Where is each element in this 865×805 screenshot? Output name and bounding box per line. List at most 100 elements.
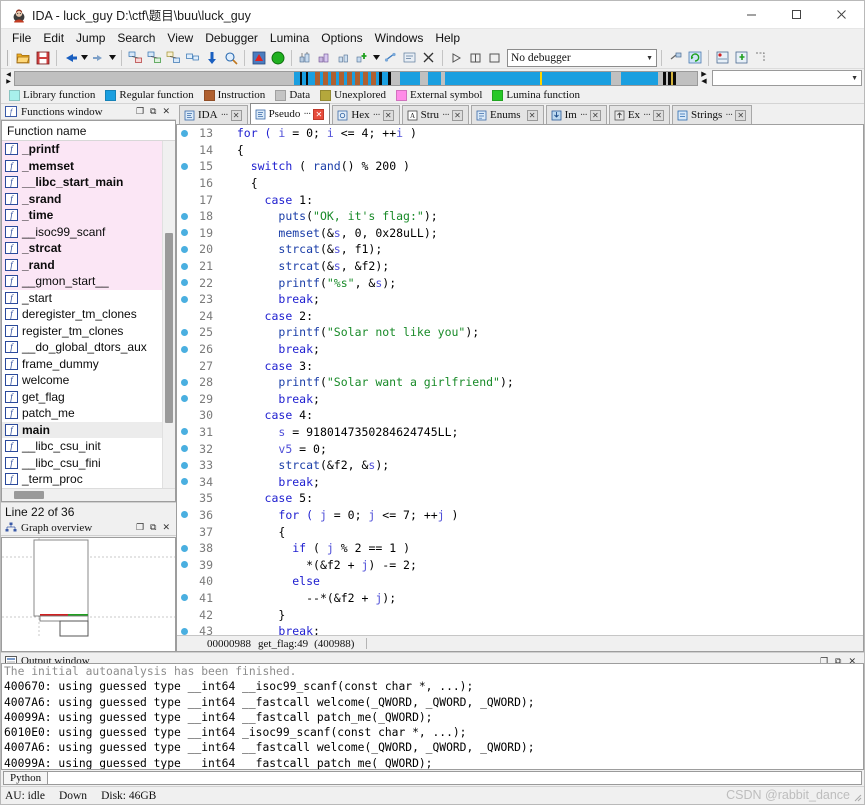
function-list-item[interactable]: f __isoc99_scanf xyxy=(2,223,162,240)
close-button[interactable] xyxy=(819,1,864,29)
breakpoint-dot-icon[interactable] xyxy=(177,262,191,270)
menu-debugger[interactable]: Debugger xyxy=(199,30,264,47)
function-list-item[interactable]: f frame_dummy xyxy=(2,356,162,373)
forward-icon[interactable] xyxy=(89,48,108,67)
debugger-selector[interactable]: No debugger ▼ xyxy=(507,48,657,67)
code-line[interactable]: 29 break; xyxy=(177,391,863,408)
breakpoint-dot-icon[interactable] xyxy=(177,561,191,569)
breakpoint-dot-icon[interactable] xyxy=(177,428,191,436)
pseudocode-text[interactable]: 13 for ( i = 0; i <= 4; ++i ) 14 {15 swit… xyxy=(177,125,863,635)
code-line[interactable]: 35 case 5: xyxy=(177,490,863,507)
breakpoint-dot-icon[interactable] xyxy=(177,544,191,552)
function-list-item[interactable]: f _start xyxy=(2,290,162,307)
function-list-item[interactable]: f _memset xyxy=(2,157,162,174)
code-line[interactable]: 13 for ( i = 0; i <= 4; ++i ) xyxy=(177,125,863,142)
tab-ex[interactable]: Ex ··· ✕ xyxy=(608,105,671,124)
functions-vscroll-thumb[interactable] xyxy=(165,233,173,423)
xrefgraph-icon[interactable] xyxy=(334,48,353,67)
open-file-icon[interactable] xyxy=(14,48,33,67)
functions-hscroll-thumb[interactable] xyxy=(14,491,44,499)
breakpoint-dot-icon[interactable] xyxy=(177,279,191,287)
toolbar-grip[interactable] xyxy=(7,49,11,66)
tab-close-icon[interactable]: ✕ xyxy=(382,109,394,121)
functions-float-button[interactable]: ⧉ xyxy=(150,106,156,117)
functions-column-header[interactable]: Function name xyxy=(2,121,175,141)
function-list-item[interactable]: f register_tm_clones xyxy=(2,323,162,340)
tab-im[interactable]: Im ··· ✕ xyxy=(545,105,607,124)
menu-lumina[interactable]: Lumina xyxy=(264,30,315,47)
code-line[interactable]: 30 case 4: xyxy=(177,407,863,424)
navigator-scroll-arrows[interactable]: ◀ ▶ xyxy=(3,70,14,86)
breakpoint-dot-icon[interactable] xyxy=(177,594,191,602)
breakpoint-dot-icon[interactable] xyxy=(177,245,191,253)
graph-overview-canvas[interactable] xyxy=(2,538,175,651)
python-input[interactable] xyxy=(48,771,862,785)
function-list-item[interactable]: f welcome xyxy=(2,372,162,389)
graph-float-button[interactable]: ⧉ xyxy=(150,522,156,533)
graph-view-icon[interactable] xyxy=(126,48,145,67)
code-line[interactable]: 21 strcat(&s, &f2); xyxy=(177,258,863,275)
code-line[interactable]: 36 for ( j = 0; j <= 7; ++j ) xyxy=(177,507,863,524)
menu-file[interactable]: File xyxy=(6,30,37,47)
stop-analysis-icon[interactable] xyxy=(249,48,268,67)
search-icon[interactable] xyxy=(221,48,240,67)
tab-close-icon[interactable]: ✕ xyxy=(230,109,242,121)
code-line[interactable]: 41 --*(&f2 + j); xyxy=(177,590,863,607)
code-line[interactable]: 37 { xyxy=(177,523,863,540)
resize-grip[interactable] xyxy=(852,792,862,802)
graph-close-button[interactable]: ✕ xyxy=(162,522,170,533)
tab-close-icon[interactable]: ✕ xyxy=(452,109,464,121)
function-list-item[interactable]: f _printf xyxy=(2,141,162,158)
tab-close-icon[interactable]: ✕ xyxy=(526,109,538,121)
flow-chart-icon[interactable] xyxy=(145,48,164,67)
breakpoints-icon[interactable] xyxy=(713,48,732,67)
breakpoint-dot-icon[interactable] xyxy=(177,511,191,519)
navigator-jump-arrows[interactable]: ▶ ◀ xyxy=(698,70,710,86)
code-line[interactable]: 39 *(&f2 + j) -= 2; xyxy=(177,556,863,573)
run-analysis-icon[interactable] xyxy=(268,48,287,67)
code-line[interactable]: 24 case 2: xyxy=(177,308,863,325)
function-list-item[interactable]: f __libc_csu_init xyxy=(2,438,162,455)
tab-pseudo[interactable]: Pseudo ··· ✕ xyxy=(249,103,331,124)
code-line[interactable]: 28 printf("Solar want a girlfriend"); xyxy=(177,374,863,391)
tab-close-icon[interactable]: ✕ xyxy=(735,109,747,121)
menu-search[interactable]: Search xyxy=(111,30,161,47)
code-line[interactable]: 43 break; xyxy=(177,623,863,635)
tab-hex[interactable]: Hex ··· ✕ xyxy=(332,105,400,124)
code-line[interactable]: 22 printf("%s", &s); xyxy=(177,274,863,291)
terminate-debugger-icon[interactable] xyxy=(485,48,504,67)
tab-ida[interactable]: IDA ··· ✕ xyxy=(179,105,248,124)
breakpoint-dot-icon[interactable] xyxy=(177,445,191,453)
code-line[interactable]: 19 memset(&s, 0, 0x28uLL); xyxy=(177,225,863,242)
graph-restore-button[interactable]: ❐ xyxy=(136,522,144,533)
code-line[interactable]: 34 break; xyxy=(177,473,863,490)
pause-debugger-icon[interactable] xyxy=(466,48,485,67)
code-line[interactable]: 26 break; xyxy=(177,341,863,358)
navigator-band[interactable] xyxy=(14,70,698,86)
back-icon[interactable] xyxy=(61,48,80,67)
breakpoint-dot-icon[interactable] xyxy=(177,328,191,336)
tab-close-icon[interactable]: ✕ xyxy=(589,109,601,121)
flowchart2-icon[interactable] xyxy=(400,48,419,67)
code-line[interactable]: 16 { xyxy=(177,175,863,192)
functions-list[interactable]: f _printf f _memset f __libc_start_main f _sran… xyxy=(2,141,162,488)
code-line[interactable]: 40 else xyxy=(177,573,863,590)
newgraph-icon[interactable] xyxy=(353,48,372,67)
menu-jump[interactable]: Jump xyxy=(70,30,111,47)
jump-address-combo[interactable]: ▼ xyxy=(712,70,862,86)
maximize-button[interactable] xyxy=(774,1,819,29)
menu-options[interactable]: Options xyxy=(315,30,368,47)
function-list-item[interactable]: f patch_me xyxy=(2,405,162,422)
userxref-icon[interactable] xyxy=(381,48,400,67)
function-list-item[interactable]: f _term_proc xyxy=(2,471,162,488)
function-list-item[interactable]: f main xyxy=(2,421,162,438)
code-line[interactable]: 42 } xyxy=(177,606,863,623)
function-list-item[interactable]: f _strcat xyxy=(2,240,162,257)
function-list-item[interactable]: f __gmon_start__ xyxy=(2,273,162,290)
run-debugger-icon[interactable] xyxy=(447,48,466,67)
code-line[interactable]: 20 strcat(&s, f1); xyxy=(177,241,863,258)
functions-horizontal-scrollbar[interactable] xyxy=(2,488,175,501)
function-list-item[interactable]: f deregister_tm_clones xyxy=(2,306,162,323)
function-list-item[interactable]: f __libc_start_main xyxy=(2,174,162,191)
code-line[interactable]: 31 s = 9180147350284624745LL; xyxy=(177,424,863,441)
